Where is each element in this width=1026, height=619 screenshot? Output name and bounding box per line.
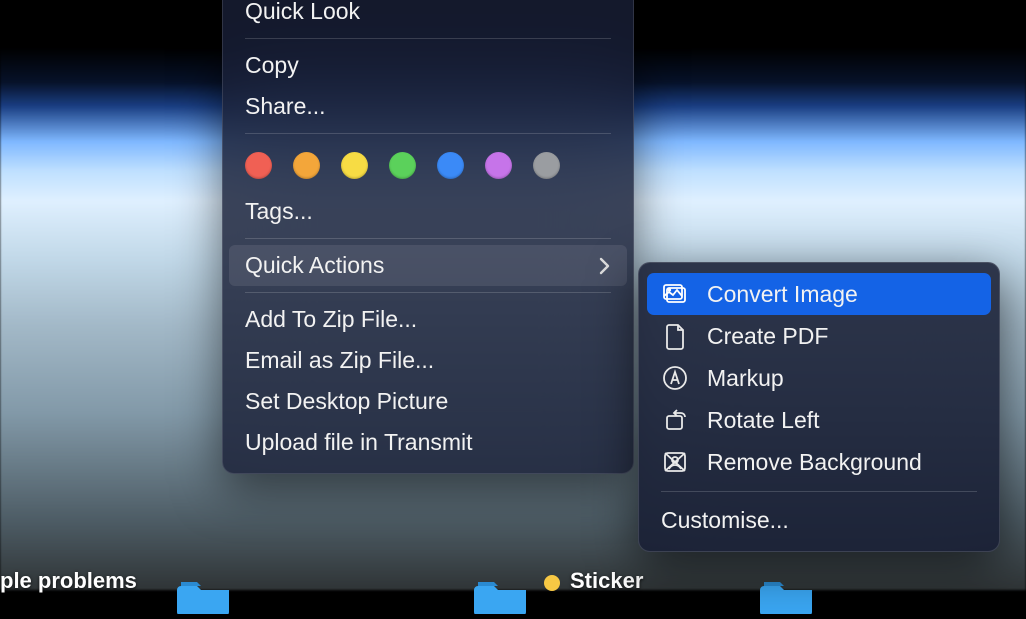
menu-item-label: Tags... [245, 198, 313, 225]
menu-separator [245, 238, 611, 239]
tag-red[interactable] [245, 152, 272, 179]
menu-item-label: Add To Zip File... [245, 306, 417, 333]
menu-item-label: Email as Zip File... [245, 347, 434, 374]
tag-yellow[interactable] [341, 152, 368, 179]
menu-separator [245, 292, 611, 293]
submenu-item-label: Rotate Left [707, 407, 820, 434]
image-icon [661, 280, 689, 308]
menu-separator [245, 133, 611, 134]
tag-blue[interactable] [437, 152, 464, 179]
folder-icon[interactable] [760, 576, 816, 614]
menu-item-label: Upload file in Transmit [245, 429, 473, 456]
menu-item-label: Copy [245, 52, 299, 79]
menu-item-quick-actions[interactable]: Quick Actions [229, 245, 627, 286]
menu-separator [245, 38, 611, 39]
menu-item-quick-look[interactable]: Quick Look [223, 0, 633, 32]
menu-item-upload-transmit[interactable]: Upload file in Transmit [223, 422, 633, 463]
menu-item-copy[interactable]: Copy [223, 45, 633, 86]
chevron-right-icon [598, 256, 611, 276]
tag-purple[interactable] [485, 152, 512, 179]
desktop-item-label: Sticker [570, 568, 643, 594]
menu-item-set-desktop[interactable]: Set Desktop Picture [223, 381, 633, 422]
menu-item-email-zip[interactable]: Email as Zip File... [223, 340, 633, 381]
tag-gray[interactable] [533, 152, 560, 179]
menu-item-share[interactable]: Share... [223, 86, 633, 127]
submenu-item-label: Create PDF [707, 323, 828, 350]
submenu-item-label: Remove Background [707, 449, 922, 476]
submenu-item-markup[interactable]: Markup [639, 357, 999, 399]
submenu-item-customise[interactable]: Customise... [639, 500, 999, 541]
submenu-item-rotate-left[interactable]: Rotate Left [639, 399, 999, 441]
submenu-item-label: Customise... [661, 507, 789, 534]
menu-item-label: Quick Actions [245, 252, 384, 279]
menu-item-label: Share... [245, 93, 326, 120]
submenu-item-convert-image[interactable]: Convert Image [647, 273, 991, 315]
submenu-item-label: Convert Image [707, 281, 858, 308]
menu-item-label: Set Desktop Picture [245, 388, 448, 415]
tag-green[interactable] [389, 152, 416, 179]
menu-item-tags[interactable]: Tags... [223, 191, 633, 232]
remove-background-icon [661, 448, 689, 476]
submenu-item-label: Markup [707, 365, 784, 392]
submenu-item-remove-background[interactable]: Remove Background [639, 441, 999, 483]
menu-item-add-zip[interactable]: Add To Zip File... [223, 299, 633, 340]
submenu-item-create-pdf[interactable]: Create PDF [639, 315, 999, 357]
folder-icon[interactable] [177, 576, 233, 614]
tag-color-row [223, 140, 633, 191]
tag-dot-yellow-icon [544, 575, 560, 591]
markup-icon [661, 364, 689, 392]
desktop-item-label: ple problems [0, 568, 137, 594]
menu-separator [661, 491, 977, 492]
folder-icon[interactable] [474, 576, 530, 614]
document-icon [661, 322, 689, 350]
menu-item-label: Quick Look [245, 0, 360, 25]
tag-orange[interactable] [293, 152, 320, 179]
context-menu: Quick Look Copy Share... Tags... Quick A… [222, 0, 634, 474]
rotate-left-icon [661, 406, 689, 434]
quick-actions-submenu: Convert Image Create PDF Markup Rotate L… [638, 262, 1000, 552]
